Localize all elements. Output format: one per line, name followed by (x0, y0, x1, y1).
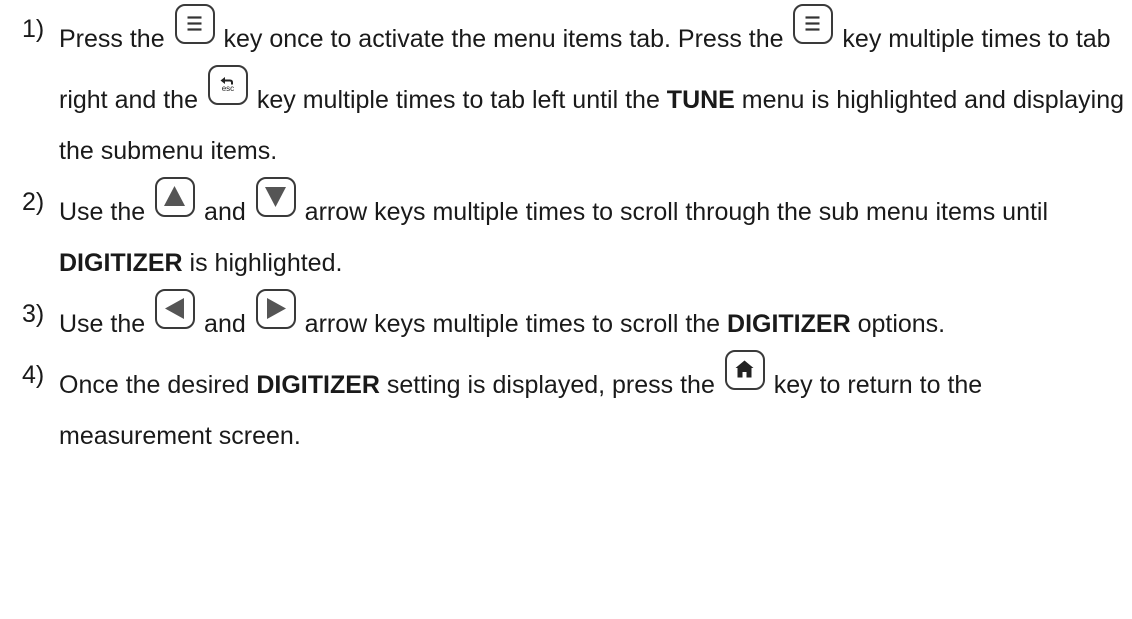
step-2: 2) Use the and arrow keys multiple times … (22, 177, 1127, 289)
up-arrow-key-icon (155, 177, 196, 217)
step-text: Once the desired (59, 371, 257, 399)
step-text: Use the (59, 198, 153, 226)
step-text: arrow keys multiple times to scroll thro… (297, 198, 1049, 226)
step-4: 4) Once the desired DIGITIZER setting is … (22, 350, 1127, 462)
menu-name-tune: TUNE (666, 86, 735, 114)
esc-key-icon: esc (207, 65, 248, 105)
menu-name-digitizer: DIGITIZER (727, 310, 851, 338)
step-text: setting is displayed, press the (379, 371, 722, 399)
step-text: key once to activate the menu items tab.… (216, 25, 791, 53)
step-number: 4) (22, 361, 45, 389)
step-text: Use the (59, 310, 153, 338)
menu-name-digitizer: DIGITIZER (256, 371, 380, 399)
instruction-steps: 1) Press the key once to activate the men… (22, 4, 1127, 462)
step-text: is highlighted. (182, 249, 343, 277)
step-text: Press the (59, 25, 172, 53)
step-number: 1) (22, 15, 45, 43)
step-text: arrow keys multiple times to scroll the (297, 310, 728, 338)
esc-key-label: esc (221, 84, 235, 93)
menu-key-icon (793, 4, 834, 44)
step-1: 1) Press the key once to activate the men… (22, 4, 1127, 177)
step-text: and (197, 310, 253, 338)
step-text: options. (850, 310, 946, 338)
step-3: 3) Use the and arrow keys multiple times … (22, 289, 1127, 350)
step-number: 2) (22, 188, 45, 216)
step-number: 3) (22, 300, 45, 328)
step-text: and (197, 198, 253, 226)
left-arrow-key-icon (155, 289, 196, 329)
step-text: key multiple times to tab left until the (249, 86, 667, 114)
down-arrow-key-icon (255, 177, 296, 217)
menu-name-digitizer: DIGITIZER (59, 249, 183, 277)
right-arrow-key-icon (255, 289, 296, 329)
menu-key-icon (174, 4, 215, 44)
home-key-icon (724, 350, 765, 390)
